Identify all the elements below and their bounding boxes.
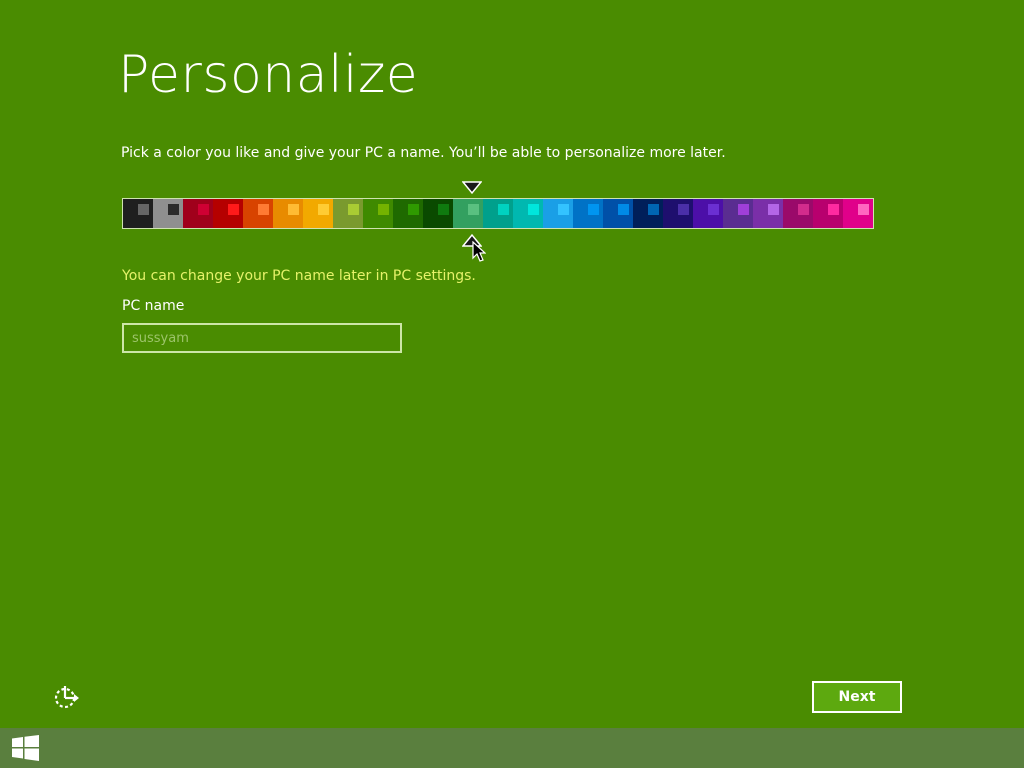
swatch-accent xyxy=(708,204,719,215)
swatch-accent xyxy=(168,204,179,215)
color-swatch[interactable] xyxy=(753,199,783,228)
swatch-accent xyxy=(648,204,659,215)
color-swatch[interactable] xyxy=(513,199,543,228)
pc-name-note: You can change your PC name later in PC … xyxy=(122,268,476,284)
color-swatch[interactable] xyxy=(693,199,723,228)
swatch-accent xyxy=(678,204,689,215)
swatch-accent xyxy=(438,204,449,215)
swatch-accent xyxy=(318,204,329,215)
swatch-accent xyxy=(798,204,809,215)
page-title: Personalize xyxy=(118,45,419,105)
swatch-accent xyxy=(558,204,569,215)
pc-name-input[interactable] xyxy=(122,323,402,353)
swatch-accent xyxy=(528,204,539,215)
ease-of-access-icon[interactable] xyxy=(52,683,80,711)
color-swatch[interactable] xyxy=(483,199,513,228)
color-swatch[interactable] xyxy=(183,199,213,228)
swatch-accent xyxy=(378,204,389,215)
color-swatch[interactable] xyxy=(573,199,603,228)
instruction-text: Pick a color you like and give your PC a… xyxy=(121,145,726,161)
mouse-cursor-icon xyxy=(472,241,486,262)
color-swatch[interactable] xyxy=(783,199,813,228)
color-swatch[interactable] xyxy=(633,199,663,228)
color-swatch[interactable] xyxy=(363,199,393,228)
color-swatch[interactable] xyxy=(423,199,453,228)
color-swatch[interactable] xyxy=(243,199,273,228)
color-swatch[interactable] xyxy=(333,199,363,228)
color-swatch[interactable] xyxy=(663,199,693,228)
color-swatch[interactable] xyxy=(603,199,633,228)
color-swatch[interactable] xyxy=(303,199,333,228)
swatch-accent xyxy=(138,204,149,215)
swatch-accent xyxy=(618,204,629,215)
swatch-accent xyxy=(408,204,419,215)
swatch-accent xyxy=(228,204,239,215)
next-button[interactable]: Next xyxy=(812,681,902,713)
color-swatch[interactable] xyxy=(843,199,873,228)
swatch-accent xyxy=(288,204,299,215)
swatch-accent xyxy=(828,204,839,215)
swatch-accent xyxy=(498,204,509,215)
color-swatch[interactable] xyxy=(273,199,303,228)
color-swatch[interactable] xyxy=(213,199,243,228)
color-swatch[interactable] xyxy=(453,199,483,228)
color-swatch[interactable] xyxy=(813,199,843,228)
swatch-accent xyxy=(588,204,599,215)
selection-marker-top-icon xyxy=(462,181,482,195)
color-swatch[interactable] xyxy=(723,199,753,228)
taskbar xyxy=(0,728,1024,768)
swatch-accent xyxy=(258,204,269,215)
swatch-accent xyxy=(468,204,479,215)
windows-start-icon[interactable] xyxy=(12,735,39,761)
color-swatch[interactable] xyxy=(153,199,183,228)
color-swatch[interactable] xyxy=(393,199,423,228)
swatch-accent xyxy=(348,204,359,215)
swatch-accent xyxy=(858,204,869,215)
color-swatch[interactable] xyxy=(543,199,573,228)
pc-name-label: PC name xyxy=(122,298,185,314)
swatch-accent xyxy=(738,204,749,215)
color-swatch[interactable] xyxy=(123,199,153,228)
swatch-accent xyxy=(768,204,779,215)
swatch-accent xyxy=(198,204,209,215)
color-palette xyxy=(122,198,874,229)
